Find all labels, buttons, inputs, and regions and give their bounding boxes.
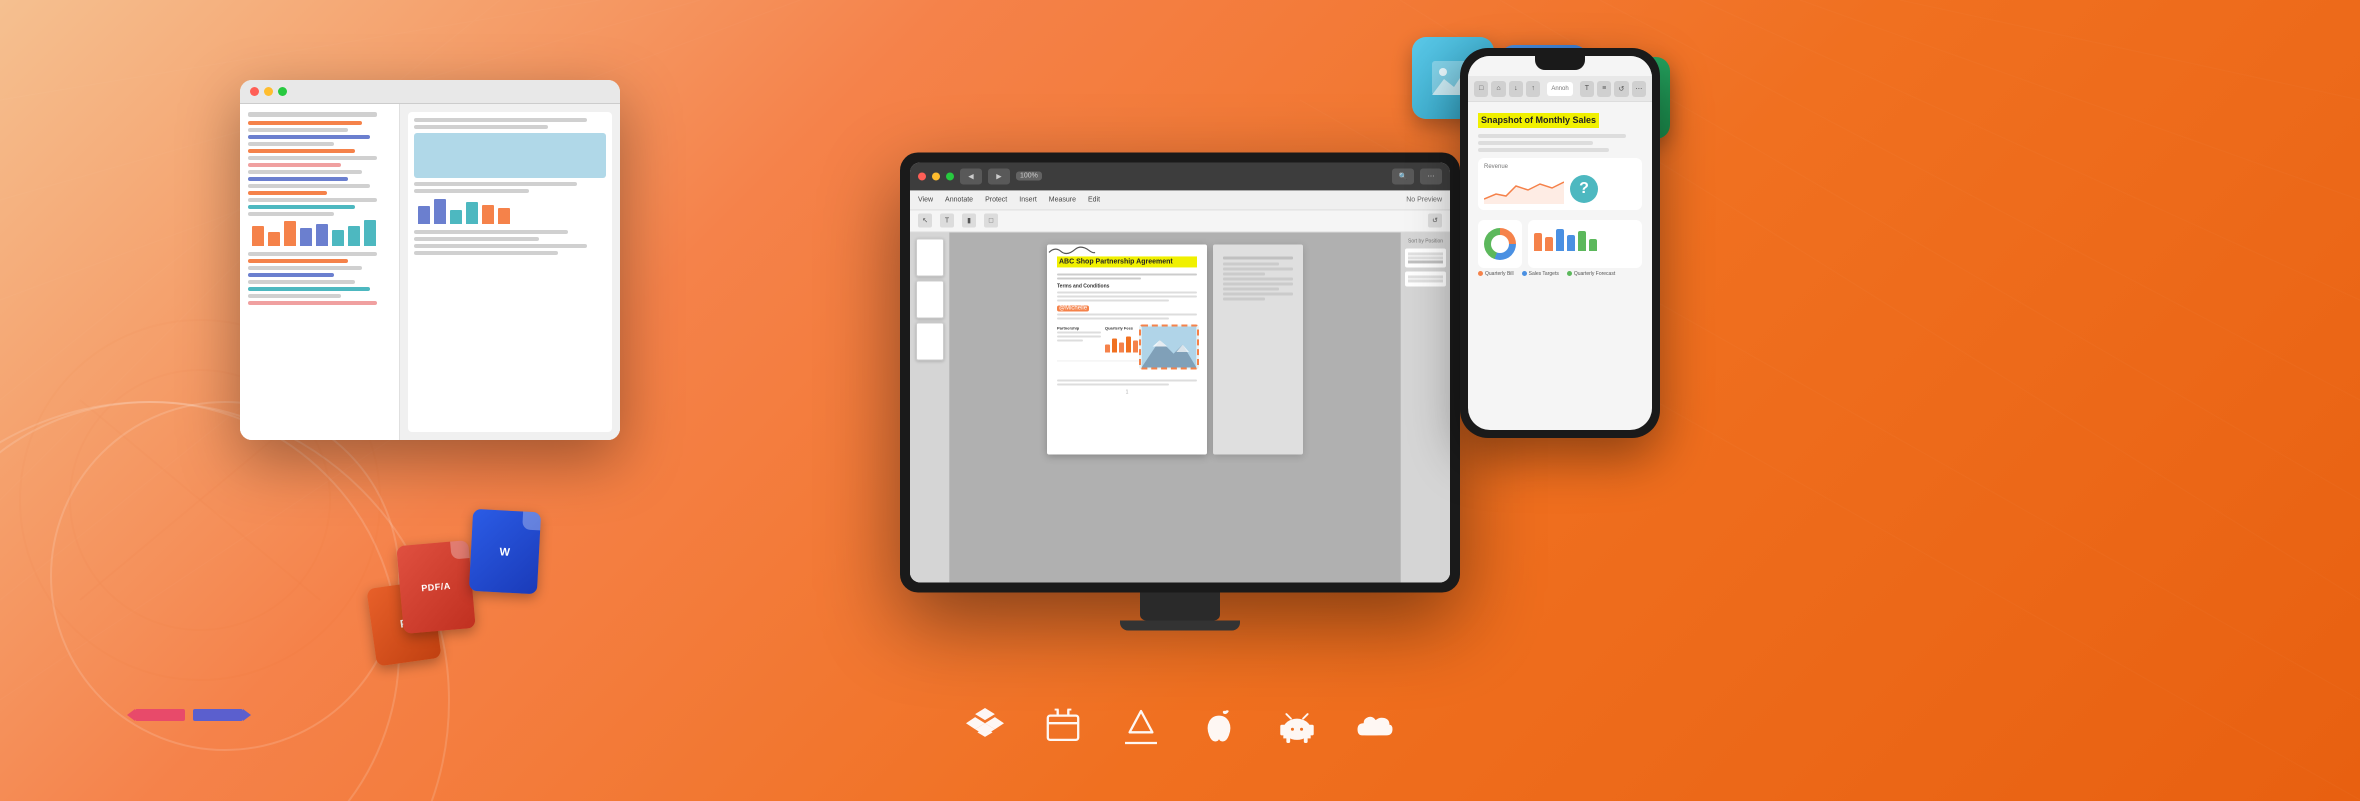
menu-annotate[interactable]: Annotate [945,196,973,203]
phone-content: Snapshot of Monthly Sales Revenue ? [1468,102,1652,285]
back-btn[interactable]: ◀ [960,168,982,184]
monitor-base [1120,620,1240,630]
menu-measure[interactable]: Measure [1049,196,1076,203]
page-thumb-3[interactable] [916,322,944,360]
dropbox-icon[interactable] [966,708,1004,751]
menu-insert[interactable]: Insert [1019,196,1037,203]
menu-protect[interactable]: Protect [985,196,1007,203]
browser-left-panel [240,104,400,440]
monitor: ◀ ▶ 100% 🔍 ⋯ View Annotate Protect Inser… [900,152,1460,592]
phone-search-label: Annoh [1551,86,1568,92]
page-thumb-1[interactable] [916,238,944,276]
arrow-container [135,709,243,721]
terms-section: Terms and Conditions [1057,284,1197,290]
browser-window [240,80,620,440]
phone-tool-2[interactable]: ⌂ [1491,81,1505,97]
bottom-icons-row [966,708,1394,751]
phone-document-title: Snapshot of Monthly Sales [1478,113,1599,128]
panel-label: Sort by Position [1405,238,1446,244]
embedded-image [1139,324,1199,369]
phone-donut-chart [1484,228,1516,260]
tool-rotate[interactable]: ↺ [1428,213,1442,227]
phone-notch [1535,56,1585,70]
partnership-col: Partnership [1057,326,1101,353]
menu-view[interactable]: View [918,196,933,203]
tool-cursor[interactable]: ↖ [918,213,932,227]
minimize-btn[interactable] [932,172,940,180]
phone-bars-area [1528,220,1642,268]
panel-content-1 [1405,248,1446,267]
phone-charts-row [1478,214,1642,268]
panel-content-2 [1405,271,1446,286]
word-badge: W [469,509,541,594]
page-thumb-2[interactable] [916,280,944,318]
page-number: 1 [1057,390,1197,396]
box-send-icon[interactable] [1044,708,1082,751]
pdf-menu-bar: View Annotate Protect Insert Measure Edi… [910,190,1450,210]
mention-tag: @Michelle [1057,306,1089,312]
close-btn[interactable] [918,172,926,180]
phone-tool-4[interactable]: ↑ [1526,81,1540,97]
phone-bar-chart [1534,226,1636,251]
no-preview-label: No Preview [1406,196,1442,203]
menu-edit[interactable]: Edit [1088,196,1100,203]
minimize-dot[interactable] [264,87,273,96]
phone-tool-T[interactable]: T [1580,81,1594,97]
phone-chart-title: Revenue [1484,164,1636,170]
search-btn[interactable]: 🔍 [1392,168,1414,184]
phone-tool-6[interactable]: ↺ [1614,81,1628,97]
pdf-page-2 [1213,244,1303,454]
more-btn[interactable]: ⋯ [1420,168,1442,184]
apple-icon[interactable] [1200,708,1238,751]
pdf-page-1: ABC Shop Partnership Agreement [1047,244,1207,454]
pdf-body: ABC Shop Partnership Agreement [910,232,1450,582]
legend-item-3: Quarterly Forecast [1567,271,1615,277]
pdfa-label: PDF/A [421,581,451,594]
phone-tool-5[interactable]: ≡ [1597,81,1611,97]
document-title: ABC Shop Partnership Agreement [1057,256,1197,268]
browser-titlebar [240,80,620,104]
tool-highlight[interactable]: ▮ [962,213,976,227]
pdf-sub-toolbar: ↖ T ▮ □ ↺ [910,210,1450,232]
legend-item-1: Quarterly Bill [1478,271,1514,277]
phone-legend: Quarterly Bill Sales Targets Quarterly F… [1478,271,1642,277]
phone-container: □ ⌂ ↓ ↑ Annoh T ≡ ↺ ⋯ Snapshot of Monthl… [1460,48,1660,438]
doc-chart [248,220,391,246]
maximize-dot[interactable] [278,87,287,96]
android-icon[interactable] [1278,708,1316,751]
monitor-stand [1140,592,1220,620]
pdf-pages: ABC Shop Partnership Agreement [950,232,1400,582]
pdf-top-toolbar: ◀ ▶ 100% 🔍 ⋯ [910,162,1450,190]
maximize-btn[interactable] [946,172,954,180]
forward-btn[interactable]: ▶ [988,168,1010,184]
phone-donut-area [1478,220,1522,268]
close-dot[interactable] [250,87,259,96]
pdf-sidebar-thumbnails [910,232,950,582]
phone-tool-7[interactable]: ⋯ [1632,81,1646,97]
tool-text[interactable]: T [940,213,954,227]
pdfa-badge: PDF/A [396,540,475,634]
tool-shape[interactable]: □ [984,213,998,227]
monitor-container: ◀ ▶ 100% 🔍 ⋯ View Annotate Protect Inser… [900,152,1460,630]
google-drive-icon[interactable] [1122,708,1160,751]
phone: □ ⌂ ↓ ↑ Annoh T ≡ ↺ ⋯ Snapshot of Monthl… [1460,48,1660,438]
phone-tool-3[interactable]: ↓ [1509,81,1523,97]
zoom-control[interactable]: 100% [1016,171,1042,180]
onedrive-icon[interactable] [1356,708,1394,751]
browser-right-panel [400,104,620,440]
phone-search[interactable]: Annoh [1547,82,1572,96]
word-label: W [499,546,511,559]
phone-screen: □ ⌂ ↓ ↑ Annoh T ≡ ↺ ⋯ Snapshot of Monthl… [1468,56,1652,430]
phone-chart-1: Revenue ? [1478,158,1642,210]
legend-item-2: Sales Targets [1522,271,1559,277]
monitor-screen: ◀ ▶ 100% 🔍 ⋯ View Annotate Protect Inser… [910,162,1450,582]
phone-tool-1[interactable]: □ [1474,81,1488,97]
phone-toolbar: □ ⌂ ↓ ↑ Annoh T ≡ ↺ ⋯ [1468,76,1652,102]
doc-page-preview [408,112,612,432]
browser-body [240,104,620,440]
pdf-viewer: ◀ ▶ 100% 🔍 ⋯ View Annotate Protect Inser… [910,162,1450,582]
pdf-sidebar-right: Sort by Position [1400,232,1450,582]
